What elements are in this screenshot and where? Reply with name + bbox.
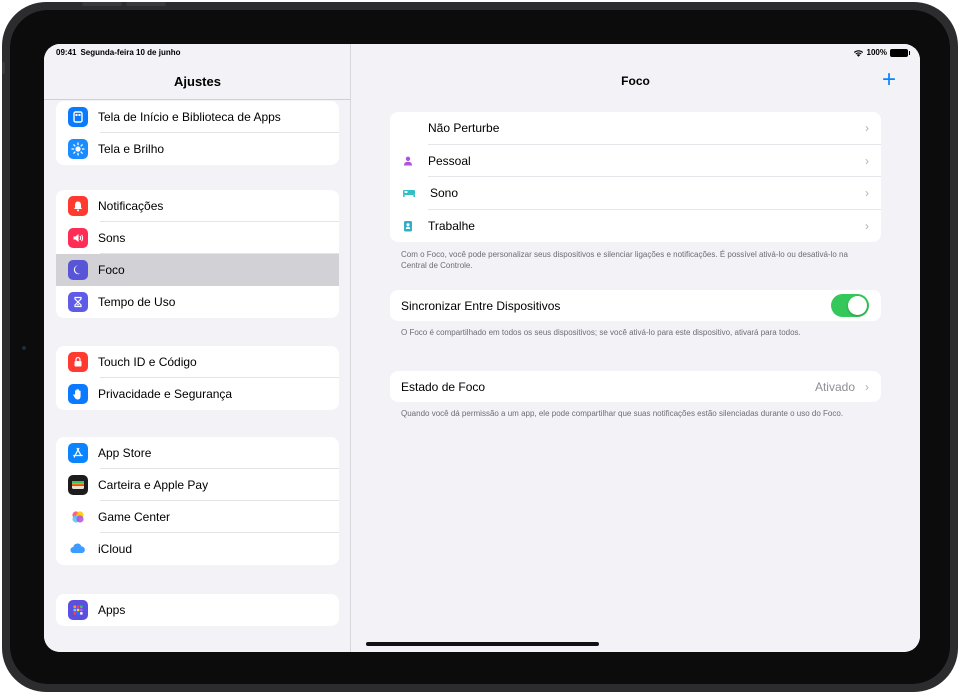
focus-status-card: Estado de Foco Ativado › (390, 371, 881, 402)
sidebar-item-label: Foco (98, 263, 125, 277)
focus-status-footnote: Quando você dá permissão a um app, ele p… (401, 409, 844, 418)
sidebar-item-sounds[interactable]: Sons (56, 222, 339, 254)
focus-status-label: Estado de Foco (401, 379, 486, 394)
focus-modes-list: Não Perturbe › Pessoal › Sono › Trabalhe… (390, 112, 881, 242)
sidebar-item-label: Apps (98, 603, 126, 617)
status-bar: 09:41 Segunda-feira 10 de junho 100% (44, 44, 920, 62)
sidebar-item-home-screen[interactable]: Tela de Início e Biblioteca de Apps (56, 101, 339, 133)
side-button (2, 62, 5, 74)
chevron-right-icon: › (865, 186, 869, 200)
sidebar-item-focus[interactable]: Foco (56, 254, 339, 286)
focus-status-row[interactable]: Estado de Foco Ativado › (390, 371, 881, 402)
lock-icon (68, 352, 88, 372)
sidebar-item-label: Game Center (98, 510, 171, 524)
sidebar-item-label: Tela de Início e Biblioteca de Apps (98, 110, 281, 124)
camera (22, 346, 26, 350)
wifi-icon (853, 49, 863, 57)
focus-footnote: Com o Foco, você pode personalizar seus … (401, 250, 848, 270)
home-screen-icon (68, 107, 88, 127)
focus-status-value: Ativado (814, 380, 855, 394)
sidebar-item-label: Sons (98, 231, 126, 245)
sidebar-item-icloud[interactable]: iCloud (56, 533, 339, 565)
ipad-frame: 09:41 Segunda-feira 10 de junho 100% Ajus… (2, 2, 958, 692)
status-time: 09:41 (56, 48, 77, 57)
focus-item-do-not-disturb[interactable]: Não Perturbe › (390, 112, 881, 145)
focus-item-sleep[interactable]: Sono › (390, 177, 881, 210)
sidebar-item-app-store[interactable]: App Store (56, 437, 339, 469)
sidebar-item-wallet[interactable]: Carteira e Apple Pay (56, 469, 339, 501)
badge-icon (404, 220, 412, 232)
sidebar-item-label: Privacidade e Segurança (98, 387, 233, 401)
sidebar-group-apps: Apps (56, 594, 339, 626)
focus-item-label: Pessoal (428, 153, 471, 168)
page-title: Foco (621, 74, 650, 88)
sidebar-item-touch-id[interactable]: Touch ID e Código (56, 346, 339, 378)
game-center-icon (68, 507, 88, 527)
share-across-devices-toggle[interactable] (831, 294, 869, 317)
bell-icon (68, 196, 88, 216)
cloud-icon (68, 539, 88, 559)
focus-item-work[interactable]: Trabalhe › (390, 210, 881, 243)
moon-icon (404, 123, 411, 133)
speaker-icon (68, 228, 88, 248)
add-focus-button[interactable]: + (882, 68, 896, 92)
sidebar-title: Ajustes (174, 74, 221, 89)
chevron-right-icon: › (865, 153, 869, 168)
person-icon (404, 156, 412, 166)
sidebar-group-security: Touch ID e Código Privacidade e Seguranç… (56, 346, 339, 410)
status-time-date: 09:41 Segunda-feira 10 de junho (56, 48, 180, 57)
status-date: Segunda-feira 10 de junho (80, 48, 181, 57)
sidebar-item-apps[interactable]: Apps (56, 594, 339, 626)
sidebar-item-notifications[interactable]: Notificações (56, 190, 339, 222)
sidebar-item-privacy[interactable]: Privacidade e Segurança (56, 378, 339, 410)
sidebar-item-label: Touch ID e Código (98, 355, 197, 369)
battery-percent: 100% (866, 48, 887, 57)
focus-item-label: Sono (430, 186, 459, 201)
moon-icon (68, 260, 88, 280)
sidebar-group-store: App Store Carteira e Apple Pay Game Cent… (56, 437, 339, 565)
top-button (126, 2, 166, 6)
status-right: 100% (853, 48, 910, 57)
hand-icon (68, 384, 88, 404)
share-across-devices-card: Sincronizar Entre Dispositivos (390, 290, 881, 321)
bed-icon (403, 190, 415, 198)
share-across-devices-label: Sincronizar Entre Dispositivos (401, 298, 561, 313)
chevron-right-icon: › (865, 218, 869, 233)
sidebar-item-display[interactable]: Tela e Brilho (56, 133, 339, 165)
brightness-icon (68, 139, 88, 159)
sidebar-group-notifications: Notificações Sons Foco Tempo de Uso (56, 190, 339, 318)
sidebar-item-label: Carteira e Apple Pay (98, 478, 209, 492)
top-button (82, 2, 122, 6)
focus-item-personal[interactable]: Pessoal › (390, 145, 881, 177)
battery-icon (890, 48, 910, 57)
apps-grid-icon (68, 600, 88, 620)
sidebar: Ajustes Tela de Início e Biblioteca de A… (44, 44, 351, 652)
sidebar-item-label: Notificações (98, 199, 164, 213)
app-store-icon (68, 443, 88, 463)
sidebar-item-label: Tela e Brilho (98, 142, 165, 156)
focus-item-label: Trabalhe (428, 218, 475, 233)
hourglass-icon (68, 292, 88, 312)
focus-item-label: Não Perturbe (428, 121, 500, 136)
sidebar-item-game-center[interactable]: Game Center (56, 501, 339, 533)
share-across-devices-row: Sincronizar Entre Dispositivos (390, 290, 881, 321)
home-indicator[interactable] (366, 642, 599, 646)
wallet-icon (68, 475, 88, 495)
focus-detail-pane: Foco + Não Perturbe › Pessoal › Sono › T… (351, 44, 920, 652)
screen: 09:41 Segunda-feira 10 de junho 100% Ajus… (44, 44, 920, 652)
sidebar-item-label: iCloud (98, 542, 133, 556)
sidebar-item-label: Tempo de Uso (98, 295, 176, 309)
share-footnote: O Foco é compartilhado em todos os seus … (401, 328, 801, 337)
sidebar-item-screen-time[interactable]: Tempo de Uso (56, 286, 339, 318)
sidebar-divider (44, 99, 351, 100)
sidebar-item-label: App Store (98, 446, 152, 460)
chevron-right-icon: › (865, 121, 869, 135)
chevron-right-icon: › (865, 380, 869, 394)
sidebar-group-display: Tela de Início e Biblioteca de Apps Tela… (56, 101, 339, 165)
